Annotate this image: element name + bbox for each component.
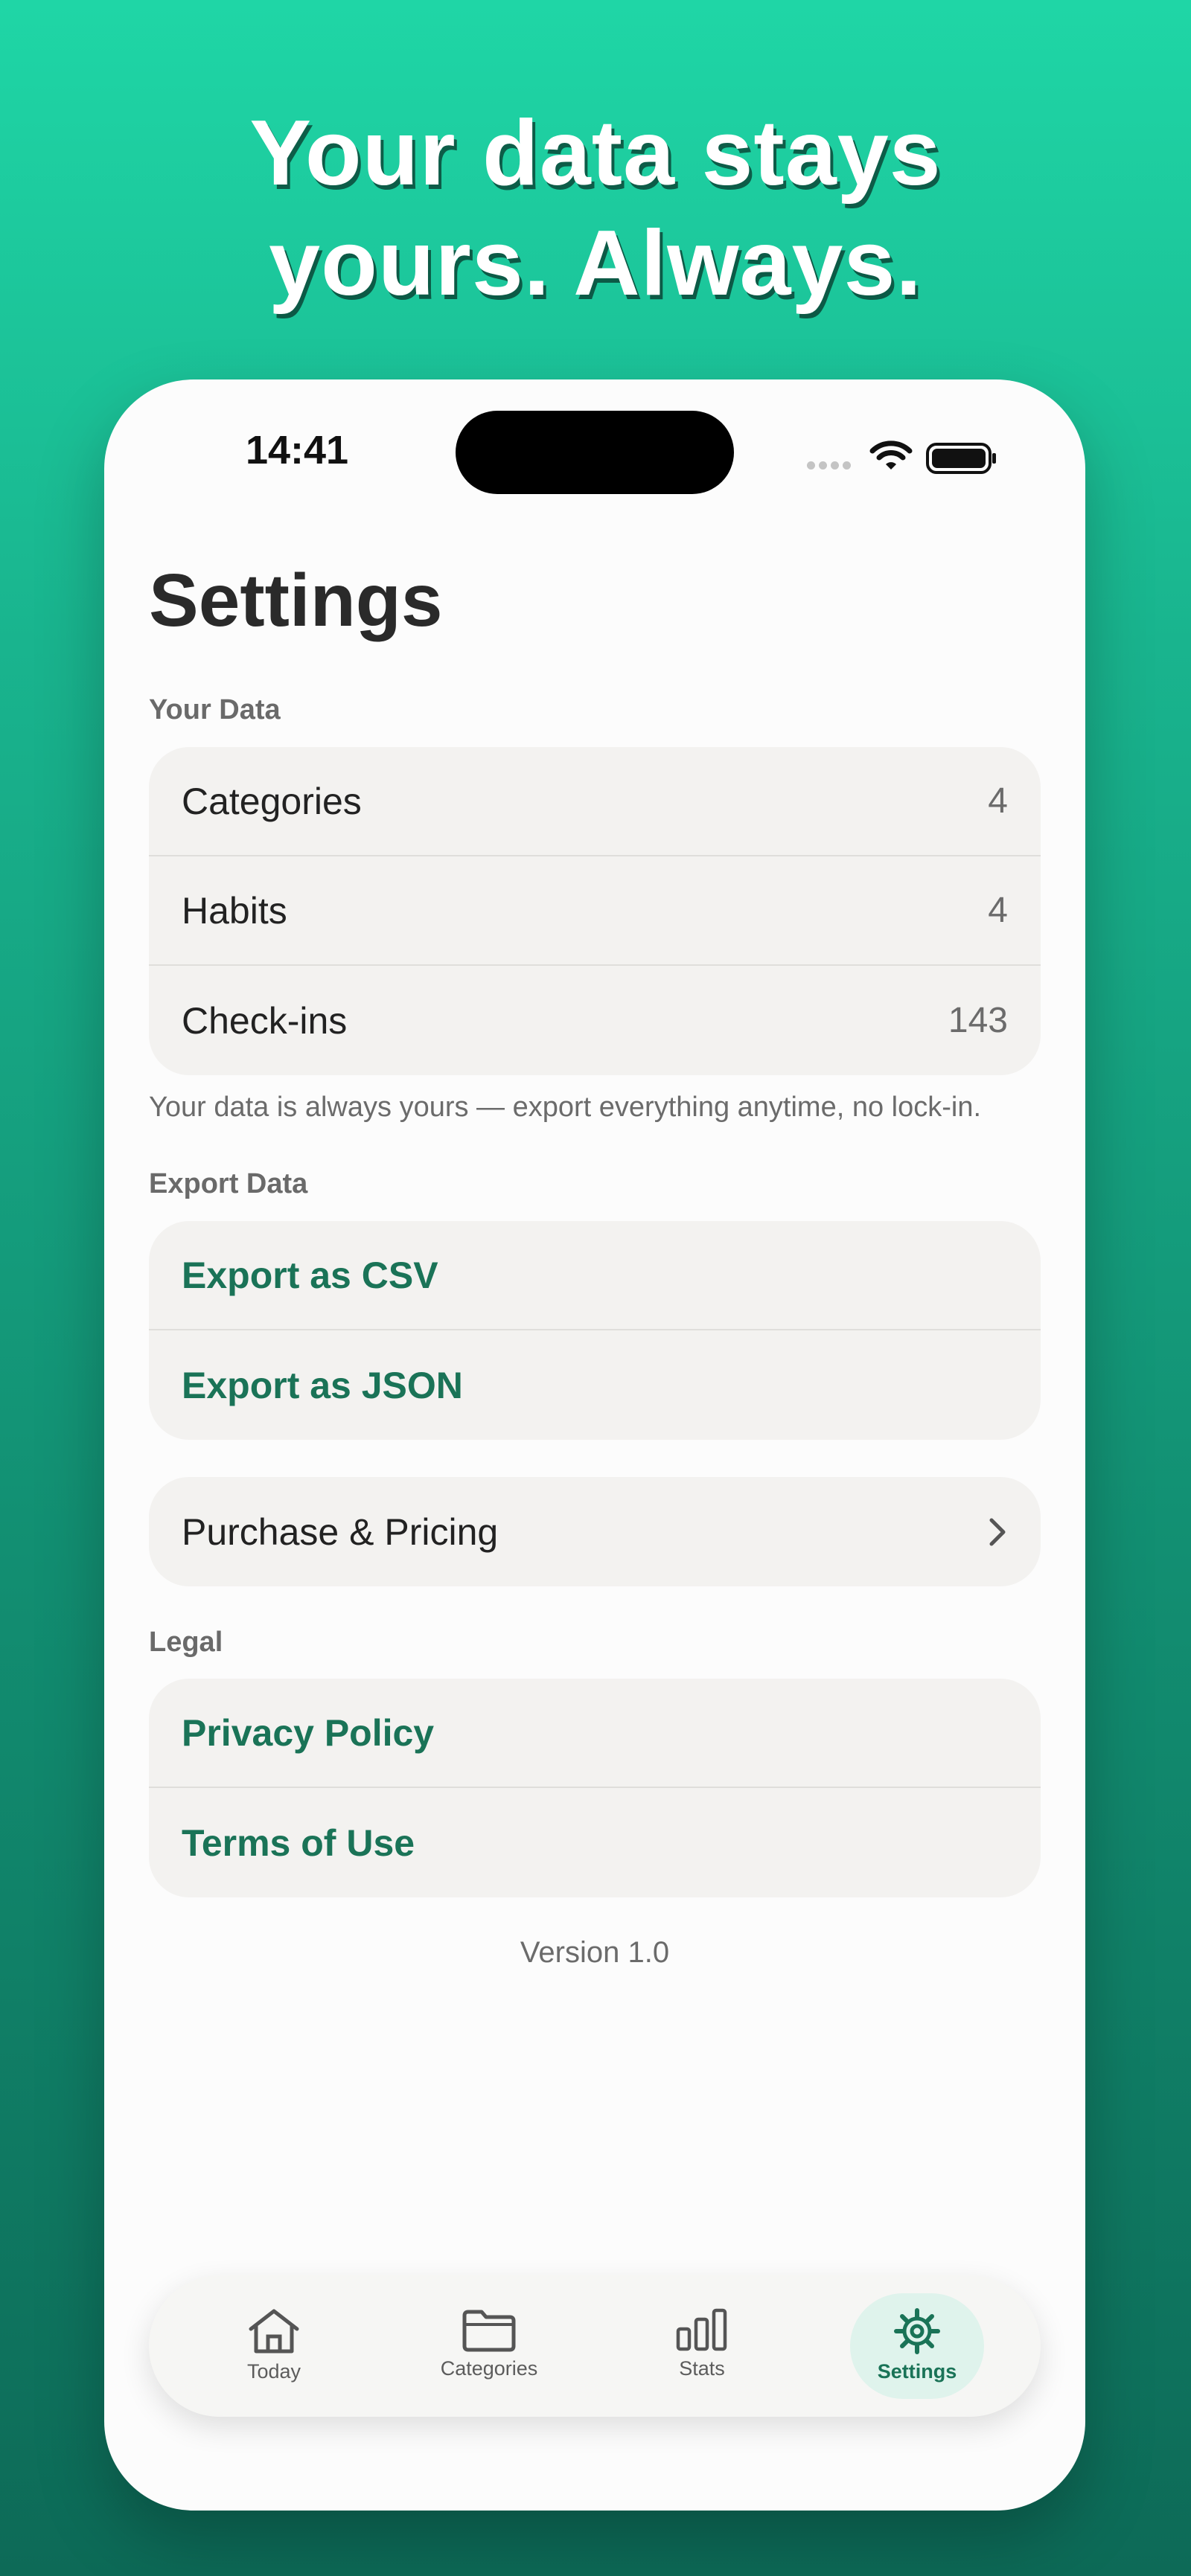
privacy-policy-link[interactable]: Privacy Policy <box>149 1679 1041 1788</box>
status-icons <box>799 432 1023 484</box>
export-json-button[interactable]: Export as JSON <box>149 1330 1041 1440</box>
row-label: Habits <box>182 889 287 932</box>
section-label-legal: Legal <box>149 1627 223 1658</box>
tab-categories[interactable]: Categories <box>422 2293 556 2399</box>
tab-label: Stats <box>679 2357 725 2380</box>
terms-of-use-link[interactable]: Terms of Use <box>149 1788 1041 1897</box>
tab-bar: Today Categories Stats Settings <box>149 2275 1041 2417</box>
tab-label: Categories <box>440 2357 538 2380</box>
purchase-pricing-button[interactable]: Purchase & Pricing <box>149 1477 1041 1586</box>
row-categories: Categories 4 <box>149 747 1041 856</box>
phone-screen: 14:41 Settings Your Data Categories 4 Ha… <box>104 379 1085 2511</box>
gear-icon <box>894 2308 940 2354</box>
export-csv-button[interactable]: Export as CSV <box>149 1221 1041 1330</box>
row-label: Check-ins <box>182 999 348 1042</box>
row-value: 4 <box>988 781 1008 821</box>
headline-line-1: Your data stays <box>249 102 942 205</box>
tab-today[interactable]: Today <box>207 2293 341 2399</box>
tab-stats[interactable]: Stats <box>635 2293 769 2399</box>
version-label: Version 1.0 <box>520 1936 670 1969</box>
your-data-footnote: Your data is always yours — export every… <box>149 1092 982 1123</box>
marketing-headline: Your data stays yours. Always. <box>0 98 1191 318</box>
row-label: Export as JSON <box>182 1364 463 1406</box>
row-label: Terms of Use <box>182 1822 415 1864</box>
row-value: 4 <box>988 891 1008 930</box>
tab-settings[interactable]: Settings <box>850 2293 984 2399</box>
row-label: Categories <box>182 780 362 822</box>
battery-icon <box>926 443 996 474</box>
headline-line-2: yours. Always. <box>269 212 922 315</box>
cellular-signal-icon <box>807 460 855 473</box>
export-data-group: Export as CSV Export as JSON <box>149 1221 1041 1440</box>
your-data-group: Categories 4 Habits 4 Check-ins 143 <box>149 747 1041 1075</box>
row-check-ins: Check-ins 143 <box>149 966 1041 1075</box>
dynamic-island <box>456 411 734 494</box>
wifi-icon <box>869 440 913 470</box>
section-label-export-data: Export Data <box>149 1168 308 1199</box>
row-label: Privacy Policy <box>182 1711 435 1754</box>
legal-group: Privacy Policy Terms of Use <box>149 1679 1041 1897</box>
page-title: Settings <box>149 559 443 642</box>
row-label: Export as CSV <box>182 1254 438 1296</box>
purchase-group: Purchase & Pricing <box>149 1477 1041 1586</box>
row-label: Purchase & Pricing <box>182 1510 499 1553</box>
section-label-your-data: Your Data <box>149 694 281 725</box>
row-habits: Habits 4 <box>149 856 1041 966</box>
status-time: 14:41 <box>245 428 349 472</box>
tab-label: Settings <box>877 2360 957 2383</box>
tab-label: Today <box>246 2360 301 2383</box>
house-icon <box>249 2309 299 2354</box>
chevron-right-icon <box>989 1518 1006 1545</box>
folder-icon <box>462 2310 516 2352</box>
row-value: 143 <box>948 1001 1008 1040</box>
bar-chart-icon <box>676 2308 727 2351</box>
